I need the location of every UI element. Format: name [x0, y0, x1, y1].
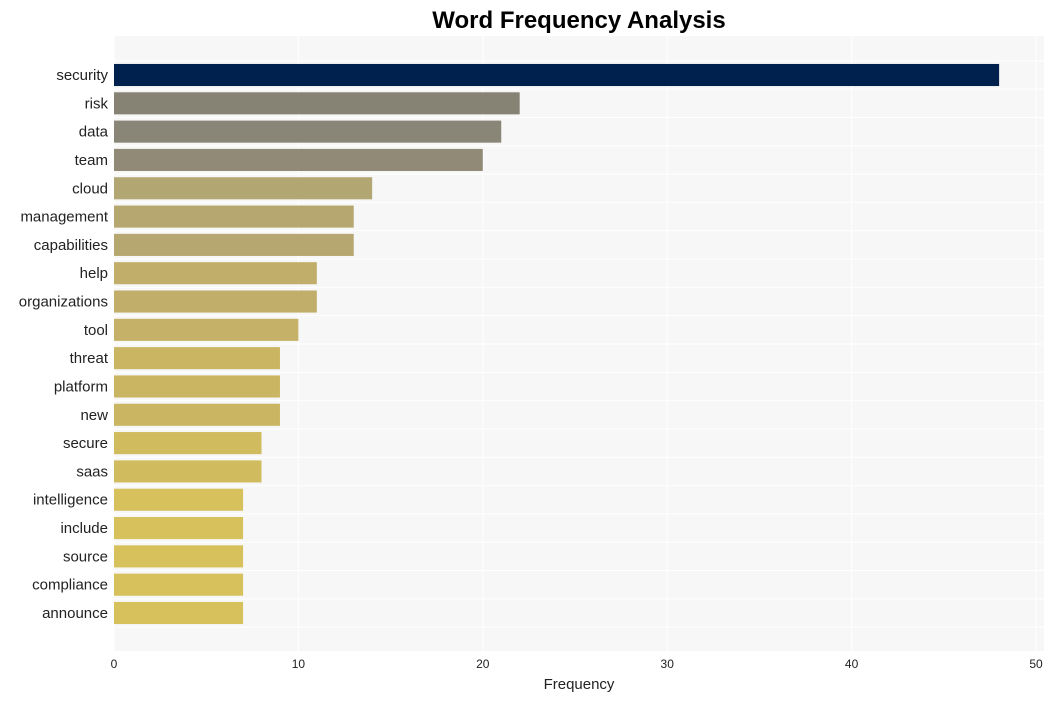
y-tick-label-help: help [80, 265, 108, 282]
x-tick-label: 40 [845, 657, 859, 671]
y-axis-labels: security risk data team cloud management capab… [19, 67, 109, 622]
x-axis-label: Frequency [544, 676, 615, 693]
y-tick-label-saas: saas [76, 463, 108, 480]
y-tick-label-organizations: organizations [19, 294, 108, 311]
bar-capabilities [114, 233, 354, 256]
y-tick-label-management: management [20, 209, 108, 226]
y-tick-label-compliance: compliance [32, 577, 108, 594]
bar-tool [114, 318, 299, 341]
x-tick-label: 10 [292, 657, 306, 671]
y-tick-label-security: security [56, 67, 108, 84]
y-tick-label-team: team [75, 152, 108, 169]
y-tick-label-risk: risk [85, 95, 109, 112]
chart-title: Word Frequency Analysis [432, 7, 725, 34]
y-tick-label-capabilities: capabilities [34, 237, 108, 254]
y-tick-label-include: include [60, 520, 108, 537]
y-tick-label-intelligence: intelligence [33, 492, 108, 509]
bar-data [114, 120, 502, 143]
y-tick-label-secure: secure [63, 435, 108, 452]
x-tick-label: 20 [476, 657, 490, 671]
bar-secure [114, 432, 262, 455]
y-tick-label-cloud: cloud [72, 180, 108, 197]
y-tick-label-new: new [80, 407, 108, 424]
x-axis-ticks: 0 10 20 30 40 50 [111, 657, 1043, 671]
bar-team [114, 148, 483, 171]
bar-organizations [114, 290, 317, 313]
y-tick-label-data: data [79, 124, 109, 141]
y-tick-label-threat: threat [70, 350, 109, 367]
bar-compliance [114, 573, 244, 596]
bar-security [114, 63, 1000, 87]
bar-risk [114, 92, 520, 115]
x-tick-label: 50 [1029, 657, 1043, 671]
y-tick-label-source: source [63, 548, 108, 565]
bar-source [114, 545, 244, 568]
y-tick-label-tool: tool [84, 322, 108, 339]
bar-management [114, 205, 354, 228]
bar-announce [114, 601, 244, 625]
bar-help [114, 262, 317, 285]
bar-new [114, 403, 280, 426]
bar-intelligence [114, 488, 244, 511]
bar-include [114, 517, 244, 540]
x-tick-label: 0 [111, 657, 118, 671]
word-frequency-chart: Word Frequency Analysis security risk data… [19, 7, 1044, 693]
y-tick-label-platform: platform [54, 378, 108, 395]
bar-cloud [114, 177, 373, 200]
bar-saas [114, 460, 262, 483]
y-tick-label-announce: announce [42, 605, 108, 622]
bar-threat [114, 347, 280, 370]
bar-platform [114, 375, 280, 398]
x-tick-label: 30 [661, 657, 675, 671]
